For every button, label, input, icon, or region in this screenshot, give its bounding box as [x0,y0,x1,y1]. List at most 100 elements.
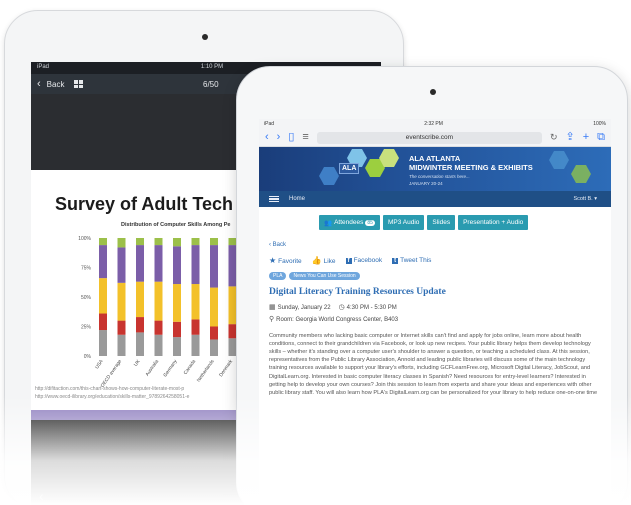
source-url-2: http://www.oecd-ilibrary.org/education/s… [35,394,190,400]
social-actions: ★ Favorite 👍 Like f Facebook t Tweet This [269,256,601,265]
bar-segment [99,313,107,331]
hexagon-decoration [571,165,591,183]
bar-segment [191,334,200,356]
thumbs-up-icon: 👍 [311,256,322,265]
status-battery: 100% [593,121,606,127]
site-nav-bar: Home Scott B. ▾ [259,191,611,207]
new-tab-icon[interactable]: + [583,132,589,143]
session-date: Sunday, January 22 [277,305,331,311]
session-tags: PLA News You Can Use Session [269,272,601,280]
bar-segment [210,326,218,340]
url-field[interactable]: eventscribe.com [316,131,542,144]
bar-segment [210,238,218,246]
presentation-audio-button[interactable]: Presentation + Audio [458,215,529,230]
clock-icon: ◷ [338,304,345,311]
x-tick-label: USA [94,358,105,370]
reload-icon[interactable]: ↻ [550,133,558,142]
tag-badge[interactable]: PLA [269,272,287,280]
bar-segment [191,319,200,335]
bar-segment [210,245,218,288]
previous-slide-icon[interactable]: ‹ [39,488,44,504]
chart-title: Distribution of Computer Skills Among Pe [121,222,231,228]
mp3-audio-button[interactable]: MP3 Audio [382,215,425,230]
back-arrow-icon[interactable]: ‹ [265,132,269,143]
chevron-left-icon[interactable]: ‹ [37,78,41,90]
session-title: Digital Literacy Training Resources Upda… [269,287,446,297]
bar-segment [136,281,144,318]
back-button[interactable]: Back [47,80,65,89]
hamburger-menu-icon[interactable] [269,195,279,203]
nav-home-link[interactable]: Home [289,196,305,202]
x-tick-label: Germany [162,358,179,378]
bar-segment [117,247,126,283]
bar-segment [173,321,181,338]
bar-segment [191,284,200,320]
bar-segment [117,238,126,248]
banner-date: JANUARY 20-24 [409,181,443,186]
bar-segment [154,245,163,282]
bar-segment [154,281,163,321]
people-icon: 👥 [324,219,333,227]
bar-segment [117,334,126,356]
bar-segment [210,339,218,356]
status-bar: iPad 2:32 PM 100% [259,119,611,129]
favorite-button[interactable]: ★ Favorite [269,256,302,265]
forward-arrow-icon[interactable]: › [277,132,281,143]
like-label: Like [323,258,336,265]
bar-segment [117,320,126,335]
bar-segment [136,332,144,356]
y-tick-label: 75% [81,266,92,272]
bar-segment [173,284,181,322]
share-icon[interactable]: ⇪ [565,132,574,143]
grid-icon[interactable] [74,80,84,88]
back-link[interactable]: ‹ Back [269,242,601,248]
x-tick-label: Netherlands [196,358,216,383]
bar-segment [154,238,163,246]
banner-title-line-2: MIDWINTER MEETING & EXHIBITS [409,162,533,172]
bar-segment [117,282,126,321]
bar-segment [99,245,107,279]
slide-title: Survey of Adult Tech [55,194,234,214]
banner-subtitle: The conversation starts here... [409,174,470,179]
like-button[interactable]: 👍 Like [312,256,336,265]
bar-segment [136,317,144,333]
bar-segment [136,238,144,246]
bar-segment [99,330,107,356]
map-pin-icon: ⚲ [269,316,275,323]
star-icon: ★ [269,256,277,265]
browser-toolbar: ‹ › ▯ ≡ eventscribe.com ↻ ⇪ + ⧉ [259,129,611,147]
session-content: 👥 Attendees 85 MP3 Audio Slides Presenta… [259,207,611,403]
camera [202,34,208,40]
bar-segment [173,246,181,285]
attendees-label: Attendees [334,219,364,226]
facebook-label: Facebook [353,257,383,264]
front-tablet-screen: iPad 2:32 PM 100% ‹ › ▯ ≡ eventscribe.co… [259,119,611,505]
x-tick-label: Australia [145,358,161,377]
twitter-icon: t [392,258,399,264]
y-tick-label: 100% [78,236,91,242]
facebook-button[interactable]: f Facebook [345,257,383,264]
bookmarks-icon[interactable]: ▯ [288,132,294,143]
tag-badge[interactable]: News You Can Use Session [289,272,360,280]
banner-title: ALA ATLANTA MIDWINTER MEETING & EXHIBITS [409,154,533,172]
hexagon-decoration [549,151,569,169]
x-tick-label: Denmark [218,358,234,378]
bar-segment [173,238,181,247]
tabs-icon[interactable]: ⧉ [597,132,605,143]
reader-icon[interactable]: ≡ [302,132,308,143]
tweet-label: Tweet This [400,257,432,264]
bar-segment [99,278,107,314]
status-time: 2:32 PM [424,121,443,127]
front-tablet: iPad 2:32 PM 100% ‹ › ▯ ≡ eventscribe.co… [236,66,628,505]
bar-segment [154,334,163,356]
user-menu[interactable]: Scott B. ▾ [573,196,597,202]
hexagon-decoration [319,167,339,185]
event-banner: ALA ALA ATLANTA MIDWINTER MEETING & EXHI… [259,147,611,191]
x-tick-label: UK [133,358,142,368]
session-description: Community members who lacking basic comp… [269,333,598,396]
tweet-button[interactable]: t Tweet This [392,257,431,264]
slides-button[interactable]: Slides [427,215,456,230]
y-tick-label: 50% [81,295,92,301]
bar-segment [191,238,200,246]
attendees-button[interactable]: 👥 Attendees 85 [319,215,380,230]
